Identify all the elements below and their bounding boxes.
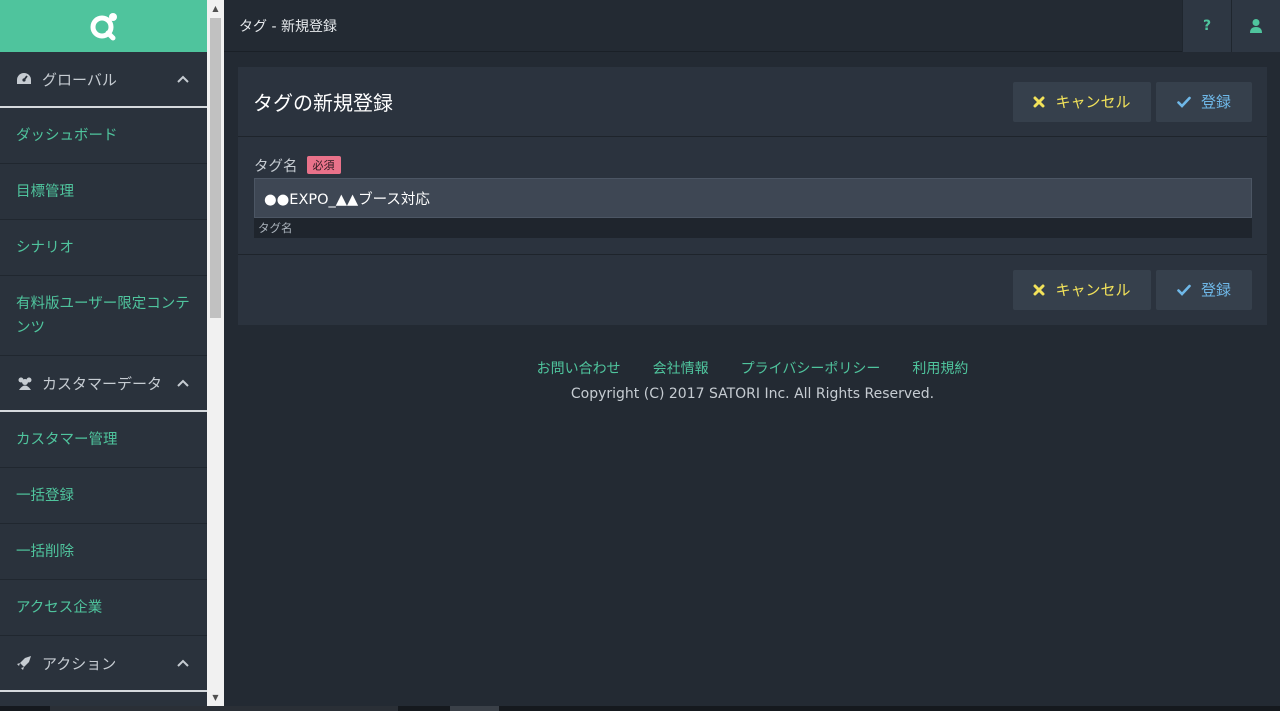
sidebar-item-bulk-register[interactable]: 一括登録 (0, 468, 207, 524)
page-title: タグ - 新規登録 (239, 18, 337, 35)
strip-segment (450, 706, 499, 711)
save-button-bottom[interactable]: 登録 (1156, 269, 1252, 310)
section-global[interactable]: グローバル (0, 52, 207, 108)
bottom-strip (0, 706, 1280, 711)
form-title: タグの新規登録 (253, 91, 393, 115)
required-badge: 必須 (306, 156, 341, 174)
cancel-label: キャンセル (1055, 281, 1131, 299)
strip-segment (50, 706, 398, 711)
check-icon (1177, 96, 1191, 108)
form-body: タグ名 必須 タグ名 (238, 137, 1267, 255)
sidebar-item-goals[interactable]: 目標管理 (0, 164, 207, 220)
sidebar-item-premium-content[interactable]: 有料版ユーザー限定コンテンツ (0, 276, 207, 356)
section-label: カスタマーデータ (42, 374, 163, 393)
section-actions[interactable]: アクション (0, 636, 207, 692)
tag-form-panel: タグの新規登録 キャンセル 登録 タグ名 必須 タグ名 キ (238, 67, 1267, 325)
user-button[interactable] (1231, 0, 1280, 52)
tag-name-input[interactable] (254, 178, 1252, 218)
cancel-button[interactable]: キャンセル (1013, 81, 1151, 122)
footer-link-contact[interactable]: お問い合わせ (537, 358, 621, 378)
scrollbar-thumb[interactable] (210, 18, 221, 318)
sidebar: グローバル ダッシュボード 目標管理 シナリオ 有料版ユーザー限定コンテンツ カ… (0, 0, 207, 706)
sidebar-item-customers[interactable]: カスタマー管理 (0, 412, 207, 468)
sidebar-scrollbar[interactable]: ▲ ▼ (207, 0, 224, 706)
footer-link-privacy[interactable]: プライバシーポリシー (741, 358, 881, 378)
cancel-label: キャンセル (1055, 93, 1131, 111)
section-label: グローバル (42, 70, 117, 89)
cancel-button-bottom[interactable]: キャンセル (1013, 269, 1151, 310)
footer-links: お問い合わせ 会社情報 プライバシーポリシー 利用規約 (238, 358, 1267, 378)
panel-header: タグの新規登録 キャンセル 登録 (238, 67, 1267, 137)
logo-bar[interactable] (0, 0, 207, 52)
check-icon (1177, 284, 1191, 296)
footer-link-company[interactable]: 会社情報 (653, 358, 709, 378)
help-button[interactable]: ? (1182, 0, 1231, 52)
section-label: アクション (42, 654, 117, 673)
input-wrapper: タグ名 (254, 178, 1252, 238)
user-icon (1250, 18, 1262, 33)
sidebar-item-dashboard[interactable]: ダッシュボード (0, 108, 207, 164)
close-icon (1033, 96, 1045, 108)
chevron-up-icon (175, 379, 191, 387)
help-icon: ? (1202, 17, 1212, 34)
save-label: 登録 (1200, 93, 1231, 111)
scroll-up-arrow-icon[interactable]: ▲ (207, 0, 224, 17)
copyright: Copyright (C) 2017 SATORI Inc. All Right… (570, 386, 935, 402)
panel-footer: キャンセル 登録 (238, 255, 1267, 324)
section-customer-data[interactable]: カスタマーデータ (0, 356, 207, 412)
page-footer: お問い合わせ 会社情報 プライバシーポリシー 利用規約 Copyright (C… (238, 358, 1267, 402)
header: タグ - 新規登録 ? (224, 0, 1280, 52)
chevron-up-icon (175, 659, 191, 667)
rocket-icon (16, 655, 36, 671)
save-button[interactable]: 登録 (1156, 81, 1252, 122)
sidebar-item-scenario[interactable]: シナリオ (0, 220, 207, 276)
scroll-down-arrow-icon[interactable]: ▼ (207, 689, 224, 706)
sidebar-item-bulk-delete[interactable]: 一括削除 (0, 524, 207, 580)
chevron-up-icon (175, 75, 191, 83)
dashboard-icon (16, 72, 36, 86)
footer-link-terms[interactable]: 利用規約 (912, 358, 968, 378)
save-label: 登録 (1200, 281, 1231, 299)
sidebar-item-access-companies[interactable]: アクセス企業 (0, 580, 207, 636)
tag-name-label: タグ名 (254, 158, 298, 175)
satori-logo (90, 13, 117, 41)
users-icon (16, 376, 36, 390)
field-label-row: タグ名 必須 (254, 154, 1251, 176)
close-icon (1033, 284, 1045, 296)
field-hint: タグ名 (258, 221, 293, 235)
